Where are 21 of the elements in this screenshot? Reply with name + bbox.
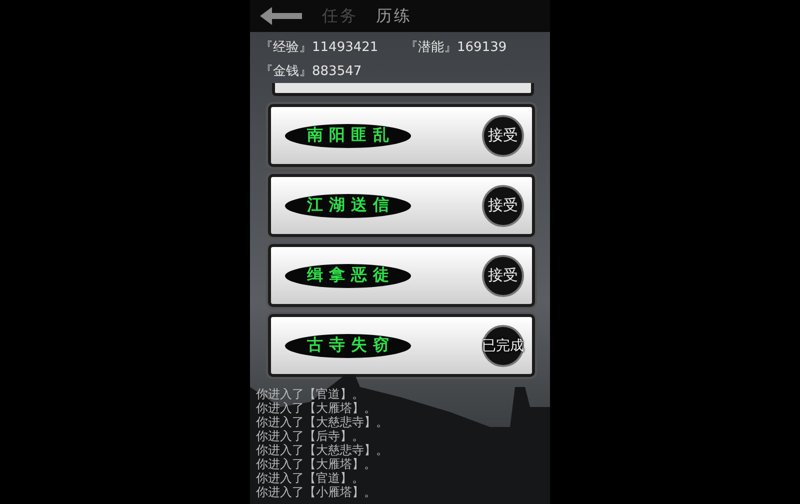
- quest-name: 缉拿恶徒: [285, 264, 411, 288]
- accept-button[interactable]: 接受: [482, 184, 524, 226]
- log-line: 你进入了【小雁塔】。: [256, 485, 377, 499]
- accept-button[interactable]: 接受: [482, 114, 524, 156]
- completed-button[interactable]: 已完成: [482, 324, 524, 366]
- stat-text: 『金钱』883547: [260, 63, 363, 80]
- log-line: 你进入了【官道】。: [256, 471, 365, 485]
- back-arrow-icon[interactable]: [258, 5, 304, 27]
- tab[interactable]: 历练: [376, 6, 412, 26]
- log-line: 你进入了【官道】。: [256, 387, 365, 401]
- accept-button[interactable]: 接受: [482, 254, 524, 296]
- quest-name: 南阳匪乱: [285, 124, 411, 148]
- log-line: 你进入了【大慈悲寺】。: [256, 415, 389, 429]
- stat-text: 『潜能』169139: [405, 39, 508, 56]
- stat-text: 『经验』11493421: [260, 39, 380, 56]
- log-line: 你进入了【后寺】。: [256, 429, 365, 443]
- quest-name: 古寺失窃: [285, 334, 411, 358]
- log-line: 你进入了【大雁塔】。: [256, 401, 377, 415]
- log-line: 你进入了【大慈悲寺】。: [256, 443, 389, 457]
- log-line: 你进入了【大雁塔】。: [256, 457, 377, 471]
- quest-name: 江湖送信: [285, 194, 411, 218]
